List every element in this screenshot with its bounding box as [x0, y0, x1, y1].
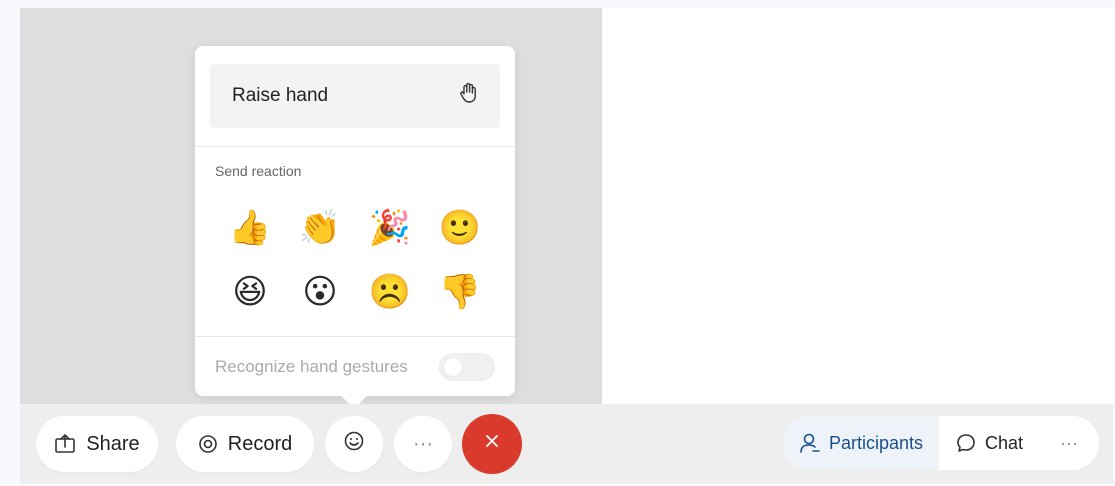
hand-gestures-row: Recognize hand gestures [215, 352, 495, 382]
reaction-smile[interactable]: 🙂 [425, 196, 495, 260]
emoji-icon [343, 430, 365, 458]
reactions-popup: Raise hand Send reaction 👍 👏 🎉 🙂 😆 😮 ☹️ … [195, 46, 515, 396]
reaction-thumbs-down[interactable]: 👎 [425, 260, 495, 324]
record-label: Record [227, 432, 293, 455]
share-label: Share [86, 432, 140, 455]
reaction-laugh[interactable]: 😆 [215, 260, 285, 324]
chat-label: Chat [984, 432, 1024, 453]
close-icon [483, 432, 501, 456]
person-icon [799, 432, 821, 454]
reaction-sad[interactable]: ☹️ [355, 260, 425, 324]
record-icon [198, 434, 218, 454]
right-controls: Participants Chat ··· [783, 416, 1099, 470]
divider [195, 146, 515, 147]
more-icon: ··· [413, 432, 433, 455]
hand-gestures-label: Recognize hand gestures [215, 357, 408, 376]
reaction-thumbs-up[interactable]: 👍 [215, 196, 285, 260]
share-icon [54, 434, 76, 454]
end-call-button[interactable] [462, 414, 522, 474]
more-icon: ··· [1060, 432, 1078, 453]
hand-gestures-toggle[interactable] [439, 353, 495, 381]
raise-hand-label: Raise hand [232, 85, 329, 106]
reaction-surprised[interactable]: 😮 [285, 260, 355, 324]
record-button[interactable]: Record [176, 416, 314, 472]
share-button[interactable]: Share [36, 416, 158, 472]
chat-button[interactable]: Chat [939, 416, 1039, 470]
send-reaction-label: Send reaction [215, 163, 302, 179]
meeting-window: Raise hand Send reaction 👍 👏 🎉 🙂 😆 😮 ☹️ … [20, 8, 1113, 484]
participants-label: Participants [828, 432, 924, 453]
hand-icon [458, 82, 478, 110]
raise-hand-button[interactable]: Raise hand [210, 64, 500, 128]
reaction-grid: 👍 👏 🎉 🙂 😆 😮 ☹️ 👎 [215, 196, 495, 321]
more-options-right-button[interactable]: ··· [1039, 416, 1099, 470]
participants-button[interactable]: Participants [783, 416, 939, 470]
chat-icon [955, 432, 977, 454]
reactions-button[interactable] [325, 416, 383, 472]
toggle-knob [444, 358, 462, 376]
more-options-button[interactable]: ··· [394, 416, 452, 472]
video-area-right [602, 8, 1113, 404]
divider [195, 336, 515, 337]
reaction-party[interactable]: 🎉 [355, 196, 425, 260]
reaction-clap[interactable]: 👏 [285, 196, 355, 260]
meeting-toolbar: Share Record ··· Participants Chat ··· [20, 404, 1113, 484]
